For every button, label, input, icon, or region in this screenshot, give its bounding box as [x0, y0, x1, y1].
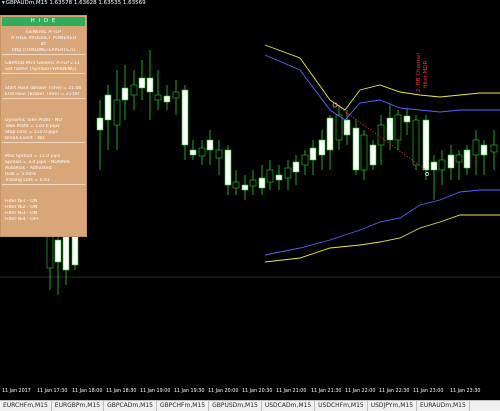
candle-body [130, 84, 138, 96]
chart-tabs: EURCHFm,M15 EURGBPm,M15 GBPCADm,M15 GBPC… [0, 400, 500, 411]
spread-section: Max Spread = 11.0 pips Spread = 3.4 pips… [2, 151, 85, 185]
tab-usdchf[interactable]: USDCHFm,M15 [315, 401, 368, 411]
candle-body [352, 127, 360, 171]
upper-outer-band [264, 44, 500, 111]
symbol-text: GBPAUDm,M15 1.63578 1.63628 1.63535 1.63… [5, 0, 146, 6]
candle-body [284, 167, 292, 179]
candle-body [360, 134, 368, 171]
lower-outer-band [264, 214, 500, 263]
candle-body [447, 154, 455, 169]
hours-line: End Hour (Broker Time) = 23:00 [5, 92, 79, 97]
filters-section: Filter №1 - ON Filter №2 - ON Filter №3 … [2, 194, 85, 223]
promo-link[interactable]: http://TRADING-EXPERTS.ru [2, 48, 85, 54]
time-label: 11 Jan 22:00 [345, 389, 376, 394]
tab-eurchf[interactable]: EURCHFm,M15 [0, 401, 52, 411]
candle-body [422, 119, 430, 171]
time-label: 11 Jan 20:30 [242, 389, 273, 394]
tab-usdjpy[interactable]: USDJPYm,M15 [368, 401, 418, 411]
time-label: 11 Jan 19:00 [140, 389, 171, 394]
channel-label: 2. BB Channel filter MDR [416, 30, 429, 95]
candle-body [403, 115, 411, 123]
candle-body [386, 117, 394, 141]
time-label: 11 Jan 18:30 [106, 389, 137, 394]
time-label: 11 Jan 19:30 [174, 389, 205, 394]
hours-section: Start Hour (Broker Time) = 21:00 End Hou… [2, 80, 85, 99]
candle-body [113, 99, 121, 126]
candle-body [377, 124, 385, 146]
candle-body [275, 174, 283, 181]
filter-line: Filter №4 - OFF [5, 217, 40, 222]
time-label: 11 Jan 23:30 [450, 389, 481, 394]
candle-body [232, 181, 240, 189]
time-label: 11 Jan 22:30 [379, 389, 410, 394]
tab-gbpusd[interactable]: GBPUSDm,M15 [209, 401, 262, 411]
candle-body [163, 95, 171, 103]
tab-gbpcad[interactable]: GBPCADm,M15 [104, 401, 157, 411]
candle-body [266, 169, 274, 183]
candle-body [189, 149, 197, 156]
candle-body [343, 119, 351, 136]
targets-section: Dynamic Take Profit - NO Take Profit = 1… [2, 113, 85, 143]
hide-button[interactable]: H I D E [2, 17, 85, 26]
candle-body [326, 117, 334, 151]
candle-body [215, 149, 223, 159]
candle-body [480, 144, 488, 156]
time-label: 11 Jan 2017 [2, 389, 31, 394]
candle-body [412, 119, 420, 166]
spread-line: Trading Lots = 0.81 [5, 178, 50, 183]
info-section: GBPAUD M15 Generic A-TLP v.11 Set name: … [2, 61, 85, 74]
time-label: 11 Jan 20:00 [208, 389, 239, 394]
candle-body [181, 89, 189, 146]
candle-body [172, 91, 180, 99]
ea-info-panel: H I D E GENERIC A-TLP A FREE PRODUCT POW… [0, 15, 87, 237]
candle-body [104, 94, 112, 121]
candle-body [369, 144, 377, 166]
time-label: 11 Jan 18:00 [72, 389, 103, 394]
symbol-info: ▾GBPAUDm,M15 1.63578 1.63628 1.63535 1.6… [2, 0, 146, 6]
candle-body [258, 177, 266, 189]
candle-body [318, 139, 326, 156]
candle-body [455, 154, 463, 163]
candle-body [309, 147, 317, 161]
candle-body [241, 184, 249, 191]
tab-gbpchf[interactable]: GBPCHFm,M15 [157, 401, 210, 411]
candle-body [224, 149, 232, 186]
tab-euraud[interactable]: EURAUDm,M15 [417, 401, 470, 411]
candle-body [335, 114, 343, 141]
info-line: Set name: [Symbol]-WARNING] [5, 67, 77, 72]
time-label: 11 Jan 21:00 [276, 389, 307, 394]
candle-body [198, 147, 206, 157]
tab-eurgbp[interactable]: EURGBPm,M15 [52, 401, 105, 411]
candle-body [146, 77, 154, 93]
lower-inner-band [264, 189, 500, 256]
candle-body [463, 149, 471, 169]
channel-label-line: 2. BB Channel [416, 53, 422, 92]
time-axis: 11 Jan 2017 11 Jan 17:30 11 Jan 18:00 11… [0, 386, 500, 400]
candle-body [301, 154, 309, 166]
candle-body [121, 87, 129, 101]
time-label: 11 Jan 17:30 [37, 389, 68, 394]
candle-body [154, 94, 162, 101]
candle-body [62, 234, 70, 271]
candle-body [430, 161, 438, 171]
tab-usdcad[interactable]: USDCADm,M15 [262, 401, 316, 411]
candle-body [490, 144, 498, 153]
time-label: 11 Jan 21:30 [311, 389, 342, 394]
promo-section: GENERIC A-TLP A FREE PRODUCT POWERED BY … [2, 30, 85, 55]
time-label: 11 Jan 23:00 [413, 389, 444, 394]
candle-body [96, 117, 104, 131]
candle-body [54, 239, 62, 263]
upper-inner-band [264, 54, 500, 121]
candle-body [394, 114, 402, 141]
candle-body [206, 139, 214, 151]
candle-body [292, 161, 300, 173]
candle-body [249, 179, 257, 187]
candle-body [438, 159, 446, 171]
candle-body [472, 139, 480, 156]
dropdown-arrow-icon[interactable]: ▾ [2, 0, 5, 6]
target-line: Break Event - NO [5, 136, 45, 141]
candle-body [138, 77, 146, 89]
channel-label-line: filter MDR [423, 60, 429, 88]
